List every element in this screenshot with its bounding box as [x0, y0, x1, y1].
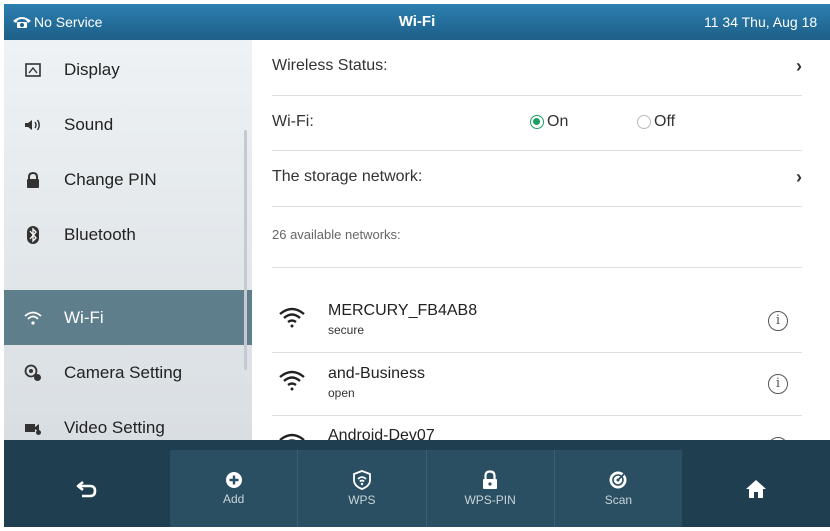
sidebar-item-bluetooth[interactable]: Bluetooth: [4, 207, 252, 262]
wifi-on-label: On: [547, 113, 569, 130]
add-button[interactable]: Add: [170, 450, 299, 527]
sidebar-item-label: Camera Setting: [64, 362, 183, 382]
back-arrow-icon: [76, 480, 97, 497]
wifi-toggle-row: Wi-Fi: On Off: [272, 96, 802, 151]
info-icon[interactable]: i: [768, 311, 788, 331]
wps-pin-button[interactable]: WPS-PIN: [427, 450, 555, 527]
sidebar-item-camera-setting[interactable]: Camera Setting: [4, 345, 252, 400]
sidebar-item-label: Video Setting: [64, 417, 165, 437]
chevron-right-icon: ›: [796, 167, 802, 187]
wifi-label: Wi-Fi:: [272, 113, 314, 130]
softkey-label: WPS-PIN: [464, 493, 516, 507]
camera-icon: [22, 362, 44, 384]
datetime: 11 34 Thu, Aug 18: [704, 14, 818, 30]
wifi-settings-panel: Wireless Status: › Wi-Fi: On Off The sto…: [252, 40, 830, 440]
network-name: MERCURY_FB4AB8: [328, 302, 478, 319]
phone-screen: No Service Wi-Fi 11 34 Thu, Aug 18 Displ…: [4, 4, 830, 527]
bottom-bar: Add WPS WPS-PIN Scan: [4, 440, 830, 527]
plus-icon: [225, 472, 242, 488]
scan-button[interactable]: Scan: [555, 450, 682, 527]
sidebar-item-label: Change PIN: [64, 169, 157, 189]
info-icon[interactable]: i: [768, 374, 788, 394]
softkey-label: Scan: [604, 493, 633, 507]
wifi-signal-icon: [279, 307, 305, 328]
status-bar: No Service Wi-Fi 11 34 Thu, Aug 18: [4, 4, 830, 40]
network-security: open: [328, 386, 355, 400]
network-name: and-Business: [328, 365, 425, 382]
storage-network-label: The storage network:: [272, 168, 423, 185]
sidebar-item-display[interactable]: Display: [4, 42, 252, 97]
sidebar-item-video-setting[interactable]: Video Setting: [4, 400, 252, 440]
wireless-status-label: Wireless Status:: [272, 57, 388, 74]
network-security: secure: [328, 323, 365, 337]
wps-icon: [352, 470, 371, 490]
sidebar-item-label: Wi-Fi: [64, 307, 104, 327]
network-row[interactable]: MERCURY_FB4AB8 secure i: [272, 290, 802, 353]
chevron-right-icon: ›: [796, 56, 802, 76]
available-networks-label: 26 available networks:: [272, 227, 401, 242]
network-row[interactable]: Android-Dev07 i: [272, 416, 802, 440]
sidebar-item-label: Bluetooth: [64, 224, 136, 244]
sidebar-scrollbar[interactable]: [244, 130, 247, 370]
softkey-label: Add: [222, 492, 245, 506]
wifi-on-radio[interactable]: On: [530, 113, 568, 131]
speaker-icon: [22, 114, 44, 136]
available-networks-header: 26 available networks:: [272, 207, 802, 268]
wifi-signal-icon: [279, 370, 305, 391]
lock-icon: [22, 169, 44, 191]
wireless-status-row[interactable]: Wireless Status: ›: [272, 40, 802, 96]
wps-button[interactable]: WPS: [298, 450, 427, 527]
network-name: Android-Dev07: [328, 427, 435, 440]
radio-selected-icon: [530, 115, 544, 129]
storage-network-row[interactable]: The storage network: ›: [272, 151, 802, 207]
lock-icon: [483, 470, 498, 489]
home-button[interactable]: [682, 450, 830, 527]
settings-sidebar: Display Sound Change PIN Bluetooth Wi-Fi: [4, 40, 253, 440]
sidebar-item-label: Display: [64, 59, 120, 79]
softkey-label: WPS: [348, 493, 376, 507]
bluetooth-icon: [22, 224, 44, 246]
video-icon: [22, 417, 44, 439]
sidebar-item-label: Sound: [64, 114, 114, 134]
scan-icon: [609, 471, 627, 489]
wifi-off-label: Off: [654, 113, 676, 130]
home-icon: [746, 479, 766, 498]
wifi-signal-icon: [279, 433, 305, 440]
network-row[interactable]: and-Business open i: [272, 353, 802, 416]
sidebar-item-wifi[interactable]: Wi-Fi: [4, 290, 252, 345]
softkey-bar: Add WPS WPS-PIN Scan: [170, 450, 682, 527]
display-icon: [22, 59, 44, 81]
wifi-icon: [22, 307, 44, 329]
sidebar-item-change-pin[interactable]: Change PIN: [4, 152, 252, 207]
wifi-off-radio[interactable]: Off: [637, 113, 675, 131]
back-button[interactable]: [4, 450, 170, 527]
radio-unselected-icon: [637, 115, 651, 129]
sidebar-item-sound[interactable]: Sound: [4, 97, 252, 152]
